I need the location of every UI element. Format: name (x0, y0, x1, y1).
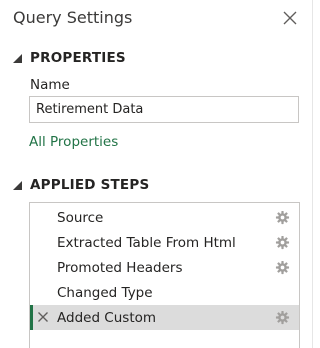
gear-icon[interactable] (275, 260, 290, 275)
query-name-input[interactable] (29, 96, 299, 123)
step-extracted-table-from-html[interactable]: Extracted Table From Html (30, 230, 299, 255)
step-label: Source (57, 209, 104, 226)
query-settings-pane: Query Settings PROPERTIES Name All Prope… (0, 0, 313, 348)
step-changed-type[interactable]: Changed Type (30, 280, 299, 305)
applied-steps-section-header[interactable]: APPLIED STEPS (13, 177, 149, 193)
name-label: Name (30, 77, 70, 93)
collapse-triangle-icon (13, 180, 22, 190)
properties-section-header[interactable]: PROPERTIES (13, 50, 126, 66)
step-label: Added Custom (57, 309, 157, 326)
properties-heading: PROPERTIES (30, 50, 126, 66)
delete-step-icon[interactable] (37, 311, 49, 323)
collapse-triangle-icon (13, 53, 22, 63)
applied-steps-list: Source Extracted Table From Html Promote… (29, 202, 300, 348)
all-properties-link[interactable]: All Properties (29, 134, 118, 150)
step-source[interactable]: Source (30, 205, 299, 230)
step-label: Changed Type (57, 284, 153, 301)
step-label: Promoted Headers (57, 259, 183, 276)
pane-title: Query Settings (13, 8, 133, 27)
step-label: Extracted Table From Html (57, 234, 236, 251)
gear-icon[interactable] (275, 310, 290, 325)
gear-icon[interactable] (275, 235, 290, 250)
close-icon[interactable] (280, 8, 300, 28)
step-added-custom[interactable]: Added Custom (30, 305, 299, 330)
gear-icon[interactable] (275, 210, 290, 225)
step-promoted-headers[interactable]: Promoted Headers (30, 255, 299, 280)
applied-steps-heading: APPLIED STEPS (30, 177, 150, 193)
